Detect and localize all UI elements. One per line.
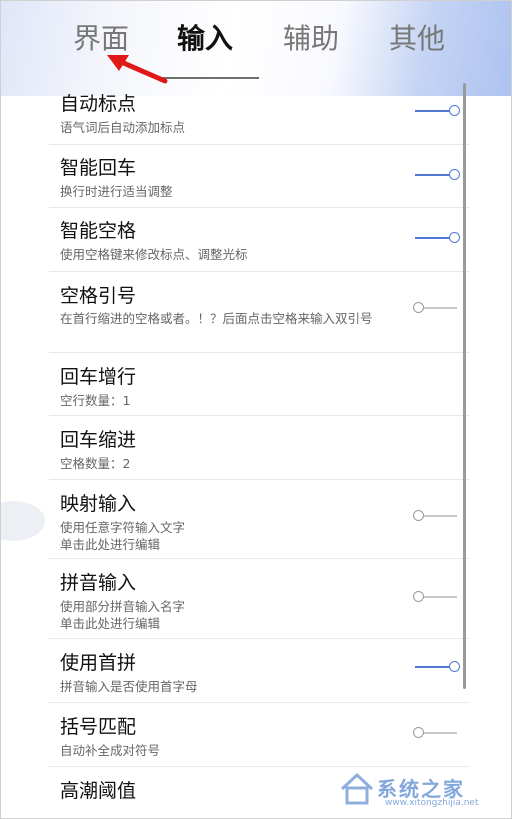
background-blur <box>1 501 45 541</box>
tab-other[interactable]: 其他 <box>389 15 445 63</box>
setting-item-smart-enter[interactable]: 智能回车换行时进行适当调整 <box>49 145 469 208</box>
watermark-url: www.xitongzhijia.net <box>385 798 479 808</box>
setting-title: 括号匹配 <box>60 716 137 738</box>
tab-input[interactable]: 输入 <box>177 15 233 63</box>
setting-item-enter-add-line[interactable]: 回车增行空行数量：1 <box>49 353 469 416</box>
toggle-switch[interactable] <box>413 300 461 316</box>
tab-bar: 界面 输入 辅助 其他 <box>1 15 511 63</box>
toggle-knob <box>449 661 460 672</box>
setting-title: 空格引号 <box>60 285 137 307</box>
setting-item-enter-indent[interactable]: 回车缩进空格数量：2 <box>49 416 469 480</box>
tab-assist[interactable]: 辅助 <box>283 15 339 63</box>
setting-item-space-quote[interactable]: 空格引号在首行缩进的空格或者。！？后面点击空格来输入双引号 <box>49 272 469 353</box>
toggle-switch[interactable] <box>413 589 461 605</box>
setting-description: 拼音输入是否使用首字母 <box>60 679 198 694</box>
watermark-house-icon <box>340 772 374 805</box>
toggle-switch[interactable] <box>413 230 461 246</box>
setting-title: 拼音输入 <box>60 572 137 594</box>
app-screen: 界面 输入 辅助 其他 自动标点 语气词后自动添加标点 智能回车 换行时进行适当调整智… <box>0 0 512 819</box>
setting-item-pinyin-input[interactable]: 拼音输入使用部分拼音输入名字 单击此处进行编辑 <box>49 559 469 639</box>
toggle-switch[interactable] <box>413 725 461 741</box>
setting-item-mapped-input[interactable]: 映射输入使用任意字符输入文字 单击此处进行编辑 <box>49 480 469 559</box>
setting-description: 在首行缩进的空格或者。！？后面点击空格来输入双引号 <box>60 311 373 326</box>
toggle-knob <box>413 302 424 313</box>
setting-description: 使用任意字符输入文字 单击此处进行编辑 <box>60 520 186 552</box>
setting-item-use-initials[interactable]: 使用首拼拼音输入是否使用首字母 <box>49 639 469 703</box>
setting-description: 自动补全成对符号 <box>60 743 161 758</box>
toggle-knob <box>413 510 424 521</box>
toggle-knob <box>413 591 424 602</box>
setting-item-bracket-match[interactable]: 括号匹配自动补全成对符号 <box>49 703 469 767</box>
setting-item-auto-punctuation[interactable]: 自动标点语气词后自动添加标点 <box>49 81 469 145</box>
setting-title: 回车增行 <box>60 366 137 388</box>
toggle-knob <box>449 232 460 243</box>
settings-list: 自动标点语气词后自动添加标点智能回车换行时进行适当调整智能空格使用空格键来修改标… <box>49 81 469 818</box>
toggle-knob <box>413 727 424 738</box>
setting-description: 使用部分拼音输入名字 单击此处进行编辑 <box>60 599 186 631</box>
setting-title: 使用首拼 <box>60 652 137 674</box>
toggle-switch[interactable] <box>413 167 461 183</box>
setting-title: 智能回车 <box>60 157 137 179</box>
setting-title: 映射输入 <box>60 493 137 515</box>
setting-title: 智能空格 <box>60 220 137 242</box>
setting-description: 换行时进行适当调整 <box>60 184 173 199</box>
setting-title: 自动标点 <box>60 93 137 115</box>
toggle-switch[interactable] <box>413 103 461 119</box>
toggle-knob <box>449 169 460 180</box>
setting-description: 空行数量：1 <box>60 393 131 408</box>
setting-description: 使用空格键来修改标点、调整光标 <box>60 247 248 262</box>
setting-title: 高潮阈值 <box>60 780 137 802</box>
scrollbar[interactable] <box>463 83 466 689</box>
toggle-knob <box>449 105 460 116</box>
setting-description: 语气词后自动添加标点 <box>60 120 186 135</box>
setting-description: 空格数量：2 <box>60 456 131 471</box>
watermark-logo: 系统之家 www.xitongzhijia.net <box>337 767 507 813</box>
setting-title: 回车缩进 <box>60 429 137 451</box>
toggle-switch[interactable] <box>413 659 461 675</box>
setting-item-smart-space[interactable]: 智能空格使用空格键来修改标点、调整光标 <box>49 208 469 272</box>
toggle-switch[interactable] <box>413 508 461 524</box>
